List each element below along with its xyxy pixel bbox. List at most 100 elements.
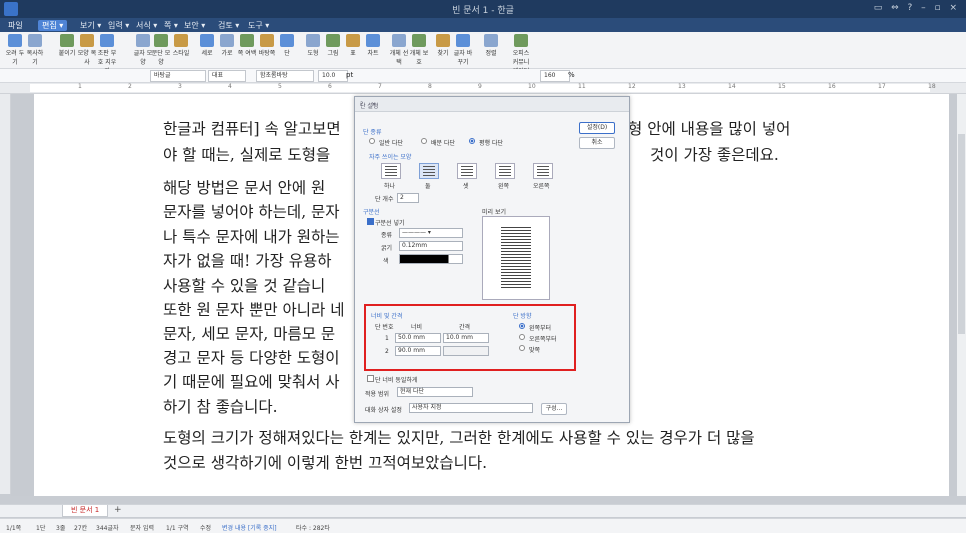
shape-two[interactable]: [419, 163, 439, 179]
shape-three[interactable]: [457, 163, 477, 179]
lang-select[interactable]: 대표: [208, 70, 246, 82]
type-radio-1[interactable]: [421, 138, 427, 144]
doc-line: 자가 없을 때! 가장 유용하: [163, 252, 332, 270]
ribbon-button-3[interactable]: 모양 복사: [76, 34, 98, 66]
ribbon-label-21: 정렬: [485, 50, 497, 57]
font-select[interactable]: 함초롬바탕: [256, 70, 314, 82]
menu-format[interactable]: 서식 ▾: [136, 20, 157, 31]
font-size-input[interactable]: 10.0: [318, 70, 348, 82]
shape-one[interactable]: [381, 163, 401, 179]
type-option-2: 평행 다단: [479, 140, 503, 147]
ribbon-button-7[interactable]: 스타일: [170, 34, 192, 57]
divider-section-label: 구분선: [363, 209, 380, 216]
doc-tab[interactable]: 빈 문서 1: [62, 505, 109, 517]
char-shape-icon: [136, 34, 150, 47]
dialog-close-icon[interactable]: ? ×: [360, 101, 623, 108]
ribbon-button-0[interactable]: 오려 두기: [4, 34, 26, 66]
apply-range-select[interactable]: 현재 다단: [397, 387, 473, 397]
ribbon-label-12: 단: [284, 50, 290, 57]
status-track[interactable]: 변경 내용 [기록 중지]: [222, 523, 277, 532]
ribbon-button-6[interactable]: 문단 모양: [150, 34, 172, 66]
shape-left[interactable]: [495, 163, 515, 179]
vertical-icon: [200, 34, 214, 47]
ribbon-label-19: 찾기: [437, 50, 449, 57]
ruler-mark: 18: [928, 83, 936, 90]
menu-review[interactable]: 검토 ▾: [218, 20, 239, 31]
menu-tools[interactable]: 도구 ▾: [248, 20, 269, 31]
scroll-thumb[interactable]: [958, 134, 965, 334]
menu-insert[interactable]: 입력 ▾: [108, 20, 129, 31]
set-button[interactable]: 설정(D): [579, 122, 615, 134]
menu-file[interactable]: 파일: [8, 20, 23, 31]
divider-check-label: 구분선 넣기: [375, 220, 405, 227]
type-radio-0[interactable]: [369, 138, 375, 144]
shape-section-label: 자주 쓰이는 모양: [369, 154, 412, 161]
ribbon-button-14[interactable]: 그림: [322, 34, 344, 57]
doc-line: 야 할 때는, 실제로 도형을: [163, 146, 331, 164]
vertical-ruler[interactable]: [0, 94, 11, 494]
doc-line: 또한 원 문자 뿐만 아니라 네: [163, 301, 345, 319]
ribbon-label-15: 표: [350, 50, 356, 57]
config-button[interactable]: 구성...: [541, 403, 567, 415]
vertical-scrollbar[interactable]: [957, 94, 966, 496]
dialog-setting-select[interactable]: 사용자 지정: [409, 403, 533, 413]
menu-security[interactable]: 보안 ▾: [184, 20, 205, 31]
ribbon-button-2[interactable]: 붙이기: [56, 34, 78, 57]
divider-width-select[interactable]: 0.12mm: [399, 241, 463, 251]
ribbon-button-19[interactable]: 찾기: [432, 34, 454, 57]
scissors-icon: [8, 34, 22, 47]
ribbon-button-15[interactable]: 표: [342, 34, 364, 57]
menu-view[interactable]: 보기 ▾: [80, 20, 101, 31]
window-controls[interactable]: ▭ ⇔ ? – ▫ ×: [874, 3, 960, 13]
ribbon-button-8[interactable]: 세로: [196, 34, 218, 57]
column-count-input[interactable]: 2: [397, 193, 419, 203]
dialog-titlebar[interactable]: 단 설정 ? ×: [355, 97, 629, 112]
ribbon-label-20: 글자 바꾸기: [453, 50, 473, 66]
ribbon-button-11[interactable]: 바탕쪽: [256, 34, 278, 57]
horizontal-ruler[interactable]: 1 2 3 4 5 6 7 8 9 10 11 12 13 14 15 16 17 18: [0, 83, 966, 94]
ribbon-button-16[interactable]: 차트: [362, 34, 384, 57]
divider-color-select[interactable]: [399, 254, 463, 264]
shape-right[interactable]: [533, 163, 553, 179]
ribbon-label-17: 개체 선택: [389, 50, 409, 66]
select-object-icon: [392, 34, 406, 47]
paste-icon: [60, 34, 74, 47]
ribbon-button-13[interactable]: 도형: [302, 34, 324, 57]
cancel-button[interactable]: 취소: [579, 137, 615, 149]
ribbon-button-21[interactable]: 정렬: [480, 34, 502, 57]
divider-checkbox[interactable]: [367, 218, 374, 225]
copy-icon: [28, 34, 42, 47]
ribbon-button-17[interactable]: 개체 선택: [388, 34, 410, 66]
ribbon-button-9[interactable]: 가로: [216, 34, 238, 57]
doc-line-right-1: ]형 안에 내용을 많이 넣어: [622, 120, 791, 138]
add-tab-button[interactable]: +: [114, 505, 122, 515]
column-count-label: 단 개수: [375, 196, 394, 203]
ribbon-button-1[interactable]: 복사하기: [24, 34, 46, 66]
ruler-mark: 16: [828, 83, 836, 90]
doc-line: 한글과 컴퓨터] 속 알고보면: [163, 120, 341, 138]
ribbon-button-20[interactable]: 글자 바꾸기: [452, 34, 474, 66]
size-unit: pt: [346, 71, 354, 79]
ruler-mark: 8: [428, 83, 432, 90]
zoom-input[interactable]: 160: [540, 70, 570, 82]
ribbon-label-9: 가로: [221, 50, 233, 57]
equal-width-checkbox[interactable]: [367, 375, 374, 382]
doc-line-full-2: 것으로 생각하기에 이렇게 한번 끄적여보았습니다.: [163, 454, 488, 472]
type-radio-2[interactable]: [469, 138, 475, 144]
doc-line: 기 때문에 필요에 맞춰서 사: [163, 373, 340, 391]
ribbon-button-10[interactable]: 쪽 여백: [236, 34, 258, 57]
type-option-1: 배분 다단: [431, 140, 455, 147]
ribbon-label-11: 바탕쪽: [258, 50, 276, 57]
highlight-box: [364, 304, 576, 371]
ruler-mark: 15: [778, 83, 786, 90]
menu-edit[interactable]: 편집 ▾: [38, 20, 68, 31]
style-select[interactable]: 바탕글: [150, 70, 206, 82]
ribbon-label-16: 차트: [367, 50, 379, 57]
ribbon-button-12[interactable]: 단: [276, 34, 298, 57]
shape-label-3: 왼쪽: [498, 183, 510, 190]
divider-type-select[interactable]: ———— ▾: [399, 228, 463, 238]
window-title: 빈 문서 1 - 한글: [452, 6, 514, 16]
para-shape-icon: [154, 34, 168, 47]
ribbon-button-18[interactable]: 개체 보호: [408, 34, 430, 66]
menu-page[interactable]: 쪽 ▾: [164, 20, 178, 31]
